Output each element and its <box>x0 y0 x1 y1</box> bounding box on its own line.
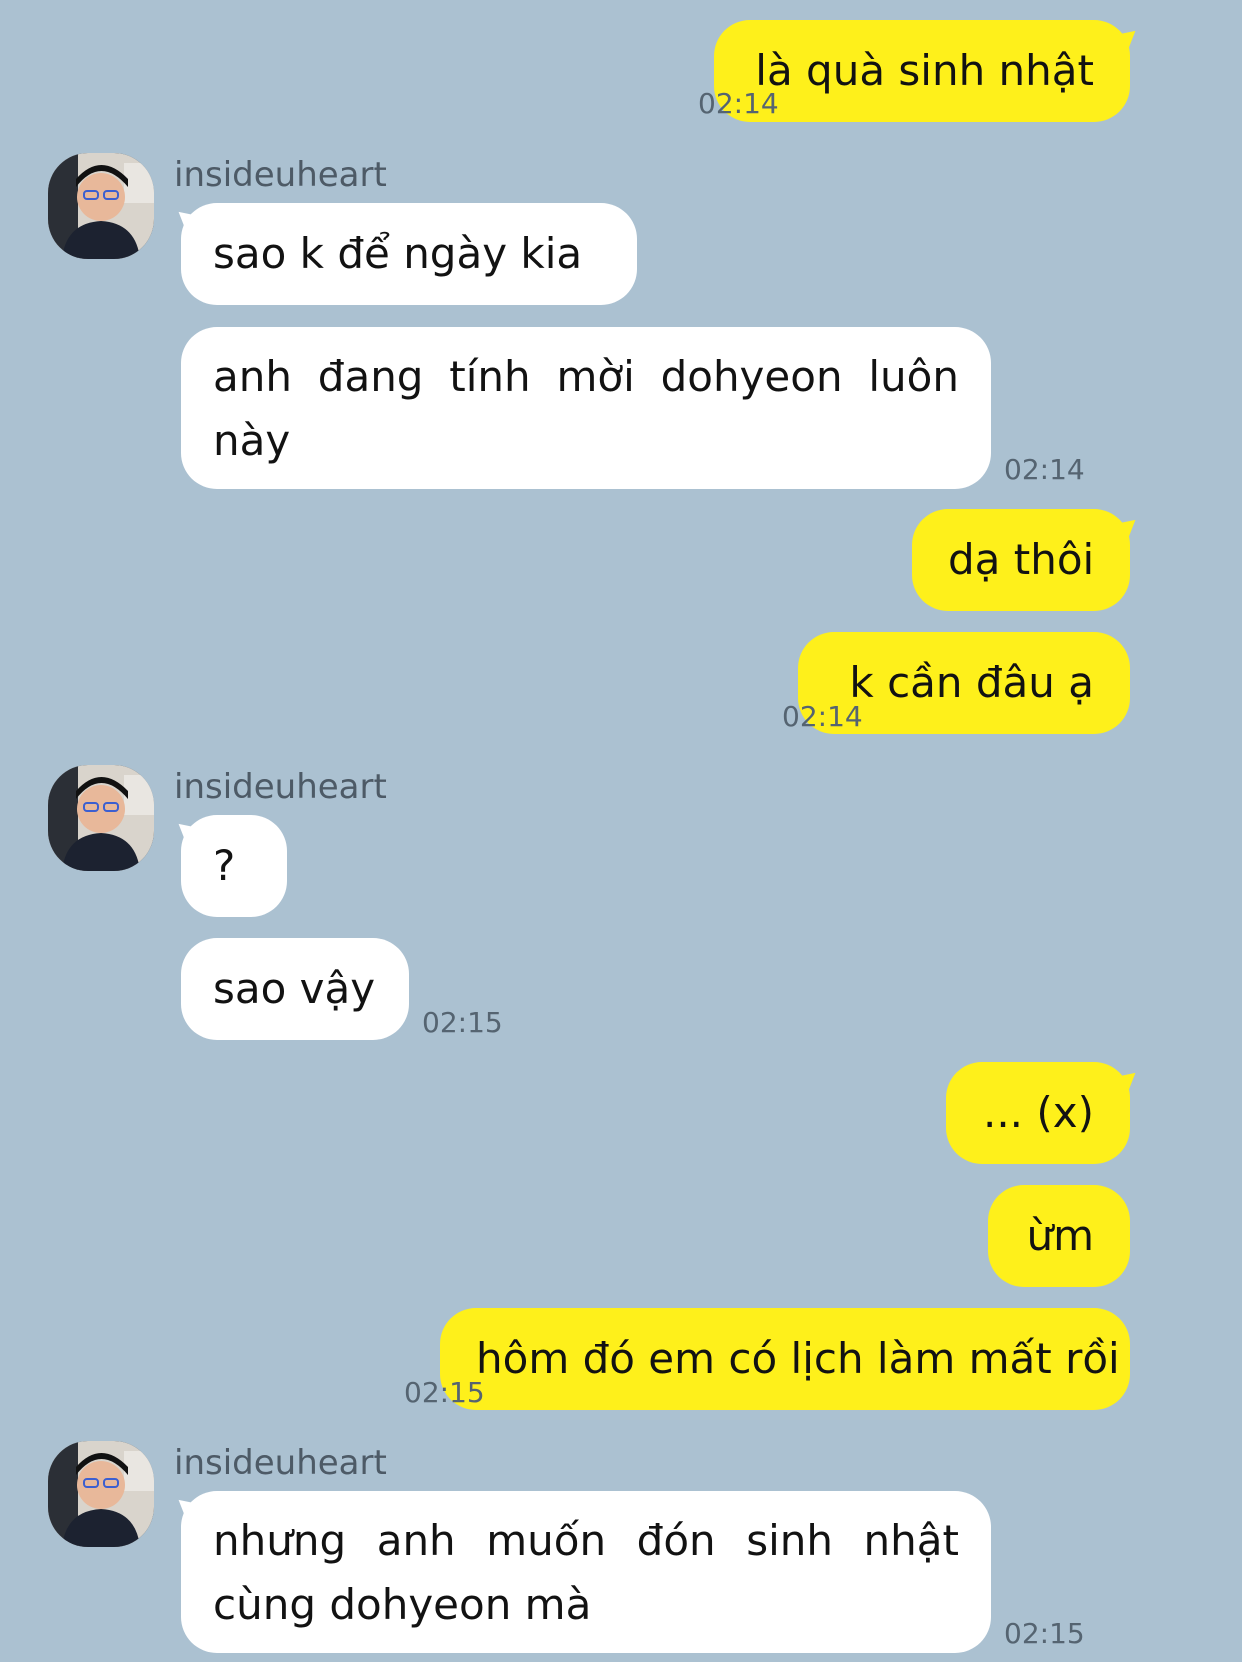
sender-name: insideuheart <box>174 155 387 195</box>
message-text: nhưng anh muốn đón sinh nhật cùng dohyeo… <box>213 1516 959 1629</box>
message-timestamp: 02:14 <box>782 700 863 733</box>
message-timestamp: 02:15 <box>422 1006 503 1039</box>
message-text: ? <box>213 841 236 890</box>
profile-photo-icon <box>48 765 154 871</box>
message-text: sao vậy <box>213 964 376 1013</box>
outgoing-message-bubble[interactable]: ừm <box>988 1185 1130 1287</box>
message-timestamp: 02:15 <box>404 1376 485 1409</box>
outgoing-message-bubble[interactable]: ... (x) <box>946 1062 1130 1164</box>
profile-photo-icon <box>48 153 154 259</box>
message-text: ừm <box>1026 1211 1094 1260</box>
incoming-message-bubble[interactable]: nhưng anh muốn đón sinh nhật cùng dohyeo… <box>181 1491 991 1653</box>
message-text: anh đang tính mời dohyeon luôn này <box>213 352 959 465</box>
outgoing-message-bubble[interactable]: hôm đó em có lịch làm mất rồi <box>440 1308 1130 1410</box>
outgoing-message-bubble[interactable]: dạ thôi <box>912 509 1130 611</box>
contact-avatar[interactable] <box>48 1441 154 1547</box>
sender-name: insideuheart <box>174 767 387 807</box>
incoming-message-bubble[interactable]: sao k để ngày kia <box>181 203 637 305</box>
message-timestamp: 02:15 <box>1004 1617 1085 1650</box>
contact-avatar[interactable] <box>48 153 154 259</box>
sender-name: insideuheart <box>174 1443 387 1483</box>
incoming-message-bubble[interactable]: anh đang tính mời dohyeon luôn này <box>181 327 991 489</box>
contact-avatar[interactable] <box>48 765 154 871</box>
message-text: sao k để ngày kia <box>213 229 583 278</box>
message-text: k cần đâu ạ <box>849 658 1094 707</box>
message-text: dạ thôi <box>948 535 1095 584</box>
message-text: hôm đó em có lịch làm mất rồi <box>476 1334 1120 1383</box>
message-text: ... (x) <box>982 1088 1094 1137</box>
profile-photo-icon <box>48 1441 154 1547</box>
message-timestamp: 02:14 <box>1004 453 1085 486</box>
message-text: là quà sinh nhật <box>755 46 1094 95</box>
chat-room[interactable]: là quà sinh nhật 02:14 insideuheart sao … <box>0 0 1242 1662</box>
incoming-message-bubble[interactable]: sao vậy <box>181 938 409 1040</box>
message-timestamp: 02:14 <box>698 87 779 120</box>
